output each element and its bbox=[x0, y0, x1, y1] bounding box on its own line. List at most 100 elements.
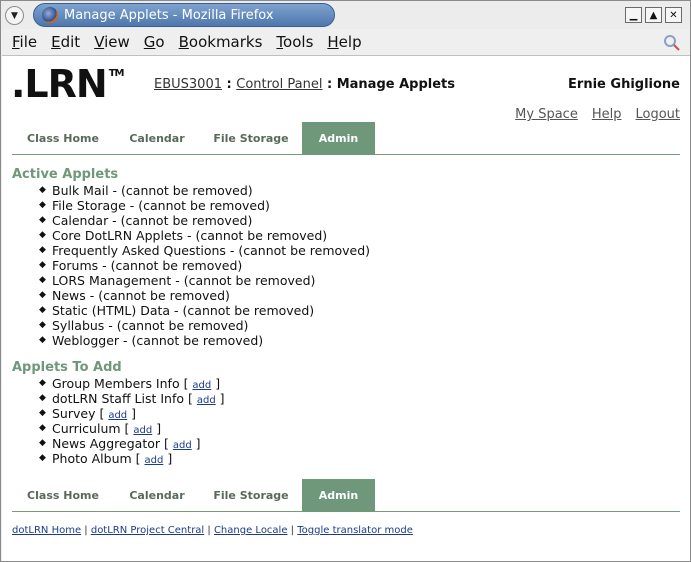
applet-label: Forums - (cannot be removed) bbox=[52, 258, 243, 273]
applet-label: Core DotLRN Applets - (cannot be removed… bbox=[52, 228, 328, 243]
list-item: ◆ Core DotLRN Applets - (cannot be remove… bbox=[39, 228, 370, 243]
menu-go[interactable]: Go bbox=[144, 33, 165, 51]
add-link[interactable]: add bbox=[197, 395, 216, 406]
applet-label: Survey bbox=[52, 406, 96, 421]
list-item: ◆ Calendar - (cannot be removed) bbox=[39, 213, 370, 228]
menu-bookmarks[interactable]: Bookmarks bbox=[179, 33, 263, 51]
bullet-icon: ◆ bbox=[39, 290, 46, 300]
list-item: ◆ Forums - (cannot be removed) bbox=[39, 258, 370, 273]
nav-tabs-bottom: Class Home Calendar File Storage Admin bbox=[12, 479, 680, 512]
menu-tools[interactable]: Tools bbox=[276, 33, 313, 51]
footer-links: dotLRN Home | dotLRN Project Central | C… bbox=[12, 525, 413, 536]
applet-label: File Storage - (cannot be removed) bbox=[52, 198, 270, 213]
bullet-icon: ◆ bbox=[39, 215, 46, 225]
menu-bar: File Edit View Go Bookmarks Tools Help bbox=[2, 29, 690, 56]
throbber-icon bbox=[664, 35, 680, 51]
bullet-icon: ◆ bbox=[39, 260, 46, 270]
applet-label: LORS Management - (cannot be removed) bbox=[52, 273, 316, 288]
dotlrn-logo[interactable]: .LRN TM bbox=[11, 62, 124, 106]
footer-separator: | bbox=[204, 525, 214, 536]
breadcrumb-control-panel-link[interactable]: Control Panel bbox=[236, 77, 322, 92]
list-item: ◆ Syllabus - (cannot be removed) bbox=[39, 318, 370, 333]
breadcrumb-separator: : bbox=[322, 77, 337, 92]
bullet-icon: ◆ bbox=[39, 320, 46, 330]
applet-label: News Aggregator bbox=[52, 436, 161, 451]
maximize-icon[interactable]: ▲ bbox=[645, 7, 662, 23]
change-locale-link[interactable]: Change Locale bbox=[214, 525, 288, 536]
add-link[interactable]: add bbox=[108, 410, 127, 421]
tab-calendar[interactable]: Calendar bbox=[114, 122, 200, 155]
dotlrn-home-link[interactable]: dotLRN Home bbox=[12, 525, 81, 536]
my-space-link[interactable]: My Space bbox=[515, 107, 578, 122]
bullet-icon: ◆ bbox=[39, 438, 46, 448]
active-applets-heading: Active Applets bbox=[12, 167, 119, 182]
bullet-icon: ◆ bbox=[39, 245, 46, 255]
list-item: ◆ Photo Album [ add ] bbox=[39, 451, 173, 466]
bullet-icon: ◆ bbox=[39, 423, 46, 433]
footer-separator: | bbox=[81, 525, 91, 536]
list-item: ◆ Bulk Mail - (cannot be removed) bbox=[39, 183, 370, 198]
list-item: ◆ Survey [ add ] bbox=[39, 406, 136, 421]
tab-admin[interactable]: Admin bbox=[302, 122, 375, 155]
window-title-pill: Manage Applets - Mozilla Firefox bbox=[33, 3, 335, 27]
logo-trademark: TM bbox=[108, 68, 125, 79]
menu-help[interactable]: Help bbox=[327, 33, 361, 51]
bullet-icon: ◆ bbox=[39, 185, 46, 195]
logout-link[interactable]: Logout bbox=[635, 107, 680, 122]
applet-label: dotLRN Staff List Info bbox=[52, 391, 185, 406]
menu-view[interactable]: View bbox=[94, 33, 130, 51]
applet-label: News - (cannot be removed) bbox=[52, 288, 230, 303]
bullet-icon: ◆ bbox=[39, 305, 46, 315]
toggle-translator-link[interactable]: Toggle translator mode bbox=[297, 525, 413, 536]
applet-label: Calendar - (cannot be removed) bbox=[52, 213, 253, 228]
user-name: Ernie Ghiglione bbox=[568, 77, 680, 92]
list-item: ◆ Frequently Asked Questions - (cannot be… bbox=[39, 243, 370, 258]
add-link[interactable]: add bbox=[145, 455, 164, 466]
applet-label: Frequently Asked Questions - (cannot be … bbox=[52, 243, 371, 258]
bullet-icon: ◆ bbox=[39, 230, 46, 240]
list-item: ◆ File Storage - (cannot be removed) bbox=[39, 198, 370, 213]
window-title: Manage Applets - Mozilla Firefox bbox=[64, 7, 274, 23]
close-icon[interactable]: ✕ bbox=[665, 7, 682, 23]
tab-admin[interactable]: Admin bbox=[302, 479, 375, 512]
applet-label: Weblogger - (cannot be removed) bbox=[52, 333, 264, 348]
tab-calendar[interactable]: Calendar bbox=[114, 479, 200, 512]
breadcrumb-course-link[interactable]: EBUS3001 bbox=[154, 77, 222, 92]
browser-window: ▼ Manage Applets - Mozilla Firefox ▁ ▲ ✕… bbox=[0, 0, 691, 562]
page-content: .LRN TM EBUS3001 : Control Panel : Manage… bbox=[2, 56, 690, 561]
breadcrumb-separator: : bbox=[221, 77, 237, 92]
list-item: ◆ LORS Management - (cannot be removed) bbox=[39, 273, 370, 288]
list-item: ◆ Group Members Info [ add ] bbox=[39, 376, 221, 391]
add-link[interactable]: add bbox=[173, 440, 192, 451]
add-link[interactable]: add bbox=[192, 380, 211, 391]
list-item: ◆ Weblogger - (cannot be removed) bbox=[39, 333, 370, 348]
window-menu-icon[interactable]: ▼ bbox=[5, 6, 24, 25]
applet-label: Static (HTML) Data - (cannot be removed) bbox=[52, 303, 315, 318]
bullet-icon: ◆ bbox=[39, 378, 46, 388]
applet-label: Bulk Mail - (cannot be removed) bbox=[52, 183, 253, 198]
bullet-icon: ◆ bbox=[39, 408, 46, 418]
menu-edit[interactable]: Edit bbox=[51, 33, 80, 51]
top-links: My Space Help Logout bbox=[501, 107, 680, 122]
tab-class-home[interactable]: Class Home bbox=[12, 479, 114, 512]
add-link[interactable]: add bbox=[133, 425, 152, 436]
firefox-icon bbox=[42, 7, 58, 23]
nav-tabs-top: Class Home Calendar File Storage Admin bbox=[12, 122, 680, 155]
bullet-icon: ◆ bbox=[39, 453, 46, 463]
help-link[interactable]: Help bbox=[592, 107, 622, 122]
bullet-icon: ◆ bbox=[39, 393, 46, 403]
tab-file-storage[interactable]: File Storage bbox=[200, 122, 302, 155]
tab-class-home[interactable]: Class Home bbox=[12, 122, 114, 155]
menu-file[interactable]: File bbox=[12, 33, 37, 51]
list-item: ◆ News - (cannot be removed) bbox=[39, 288, 370, 303]
list-item: ◆ dotLRN Staff List Info [ add ] bbox=[39, 391, 225, 406]
applet-label: Group Members Info bbox=[52, 376, 180, 391]
applet-label: Syllabus - (cannot be removed) bbox=[52, 318, 249, 333]
dotlrn-project-central-link[interactable]: dotLRN Project Central bbox=[91, 525, 204, 536]
tab-file-storage[interactable]: File Storage bbox=[200, 479, 302, 512]
footer-separator: | bbox=[287, 525, 298, 536]
logo-text: .LRN bbox=[11, 62, 108, 106]
minimize-icon[interactable]: ▁ bbox=[625, 7, 642, 23]
active-applets-list: ◆ Bulk Mail - (cannot be removed) ◆ File S… bbox=[39, 183, 370, 348]
list-item: ◆ Static (HTML) Data - (cannot be removed… bbox=[39, 303, 370, 318]
